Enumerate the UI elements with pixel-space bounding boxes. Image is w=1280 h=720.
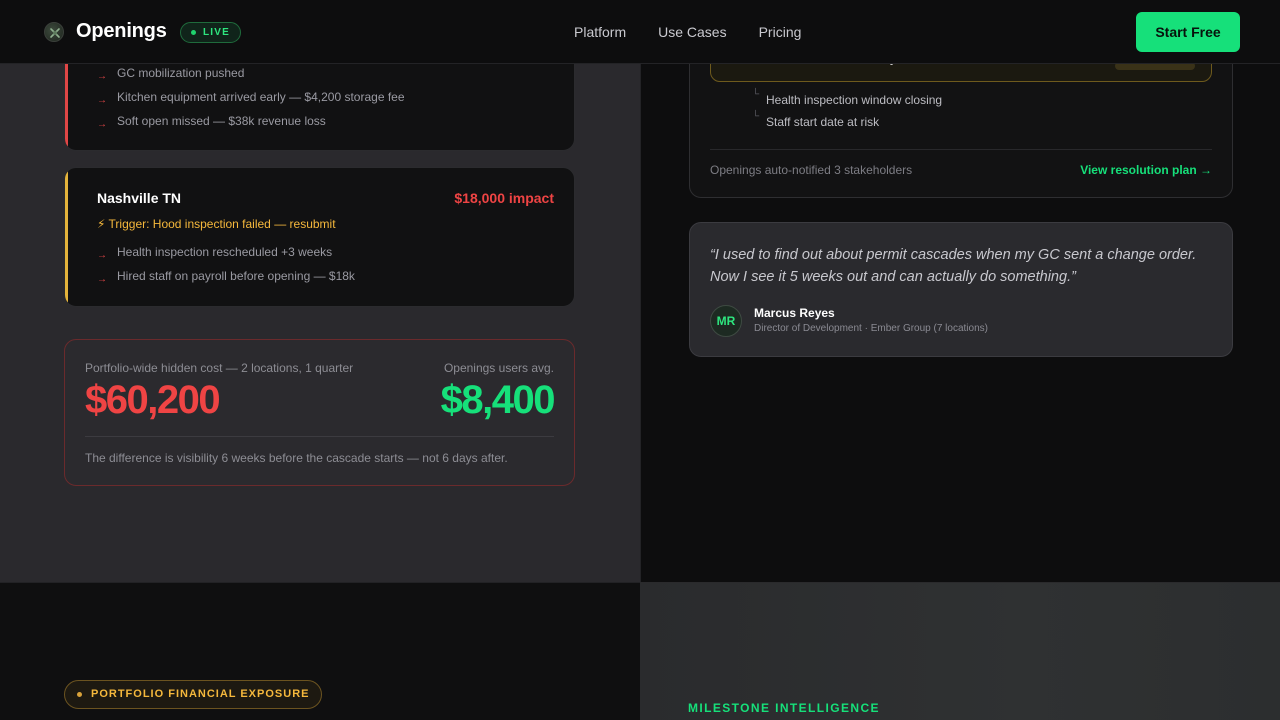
live-dot-icon xyxy=(191,30,196,35)
impact-amount: $18,000 impact xyxy=(454,190,554,206)
financial-exposure-section: PORTFOLIO FINANCIAL EXPOSURE xyxy=(0,582,640,720)
arrow-right-icon: → xyxy=(97,71,107,82)
users-avg-label: Openings users avg. xyxy=(443,361,554,375)
branch-corner-icon: └ xyxy=(752,111,760,122)
list-item: → Health inspection rescheduled +3 weeks xyxy=(97,245,333,261)
trigger-text: ⚡ Trigger: Hood inspection failed — resu… xyxy=(97,217,336,231)
brand-name[interactable]: Openings xyxy=(76,20,167,43)
cost-note: The difference is visibility 6 weeks bef… xyxy=(85,451,508,465)
location-card-2: Nashville TN $18,000 impact ⚡ Trigger: H… xyxy=(64,167,575,307)
testimonial-quote: “I used to find out about permit cascade… xyxy=(710,247,1197,285)
arrow-right-icon: → xyxy=(97,250,107,261)
nav-links: Platform Use Cases Pricing xyxy=(574,24,801,40)
dot-icon xyxy=(77,692,82,697)
list-item: → Hired staff on payroll before opening —… xyxy=(97,269,355,285)
start-free-button[interactable]: Start Free xyxy=(1136,12,1240,52)
milestone-intelligence-section: MILESTONE INTELLIGENCE xyxy=(640,582,1280,720)
list-item: → GC mobilization pushed xyxy=(97,66,245,82)
nav-link-use-cases[interactable]: Use Cases xyxy=(658,24,726,40)
hidden-cost-label: Portfolio-wide hidden cost — 2 locations… xyxy=(85,361,354,375)
nav-link-platform[interactable]: Platform xyxy=(574,24,626,40)
notification-status: Openings auto-notified 3 stakeholders xyxy=(710,163,913,177)
branch-corner-icon: └ xyxy=(752,89,760,100)
hidden-cost-value: $60,200 xyxy=(85,378,221,422)
author-role: Director of Development · Ember Group (7… xyxy=(754,323,988,334)
card-accent-amber xyxy=(65,168,68,306)
author-name: Marcus Reyes xyxy=(754,306,835,320)
divider xyxy=(710,149,1212,150)
right-content-pane: └ Health inspection window closing └ Staff… xyxy=(640,0,1280,582)
top-navigation: Openings LIVE Platform Use Cases Pricing… xyxy=(0,0,1280,64)
list-item: → Soft open missed — $38k revenue loss xyxy=(97,114,326,130)
location-title: Nashville TN xyxy=(97,190,182,206)
arrow-right-icon: → xyxy=(97,119,107,130)
list-item: └ Staff start date at risk xyxy=(752,111,880,129)
view-resolution-plan-link[interactable]: View resolution plan → xyxy=(1080,163,1212,177)
list-item: └ Health inspection window closing xyxy=(752,89,943,107)
divider xyxy=(85,436,554,437)
section-badge: PORTFOLIO FINANCIAL EXPOSURE xyxy=(64,680,323,709)
live-badge: LIVE xyxy=(180,22,242,43)
nav-link-pricing[interactable]: Pricing xyxy=(759,24,802,40)
cost-comparison-card: Portfolio-wide hidden cost — 2 locations… xyxy=(64,339,575,486)
avatar: MR xyxy=(710,305,742,337)
section-kicker: MILESTONE INTELLIGENCE xyxy=(688,701,880,715)
logo-icon[interactable] xyxy=(44,22,64,42)
users-avg-value: $8,400 xyxy=(440,378,556,422)
testimonial-card: “I used to find out about permit cascade… xyxy=(689,222,1233,357)
arrow-right-icon: → xyxy=(97,95,107,106)
list-item: → Kitchen equipment arrived early — $4,20… xyxy=(97,90,405,106)
left-content-pane: → GC mobilization pushed → Kitchen equipme… xyxy=(0,0,640,582)
arrow-right-icon: → xyxy=(97,274,107,285)
